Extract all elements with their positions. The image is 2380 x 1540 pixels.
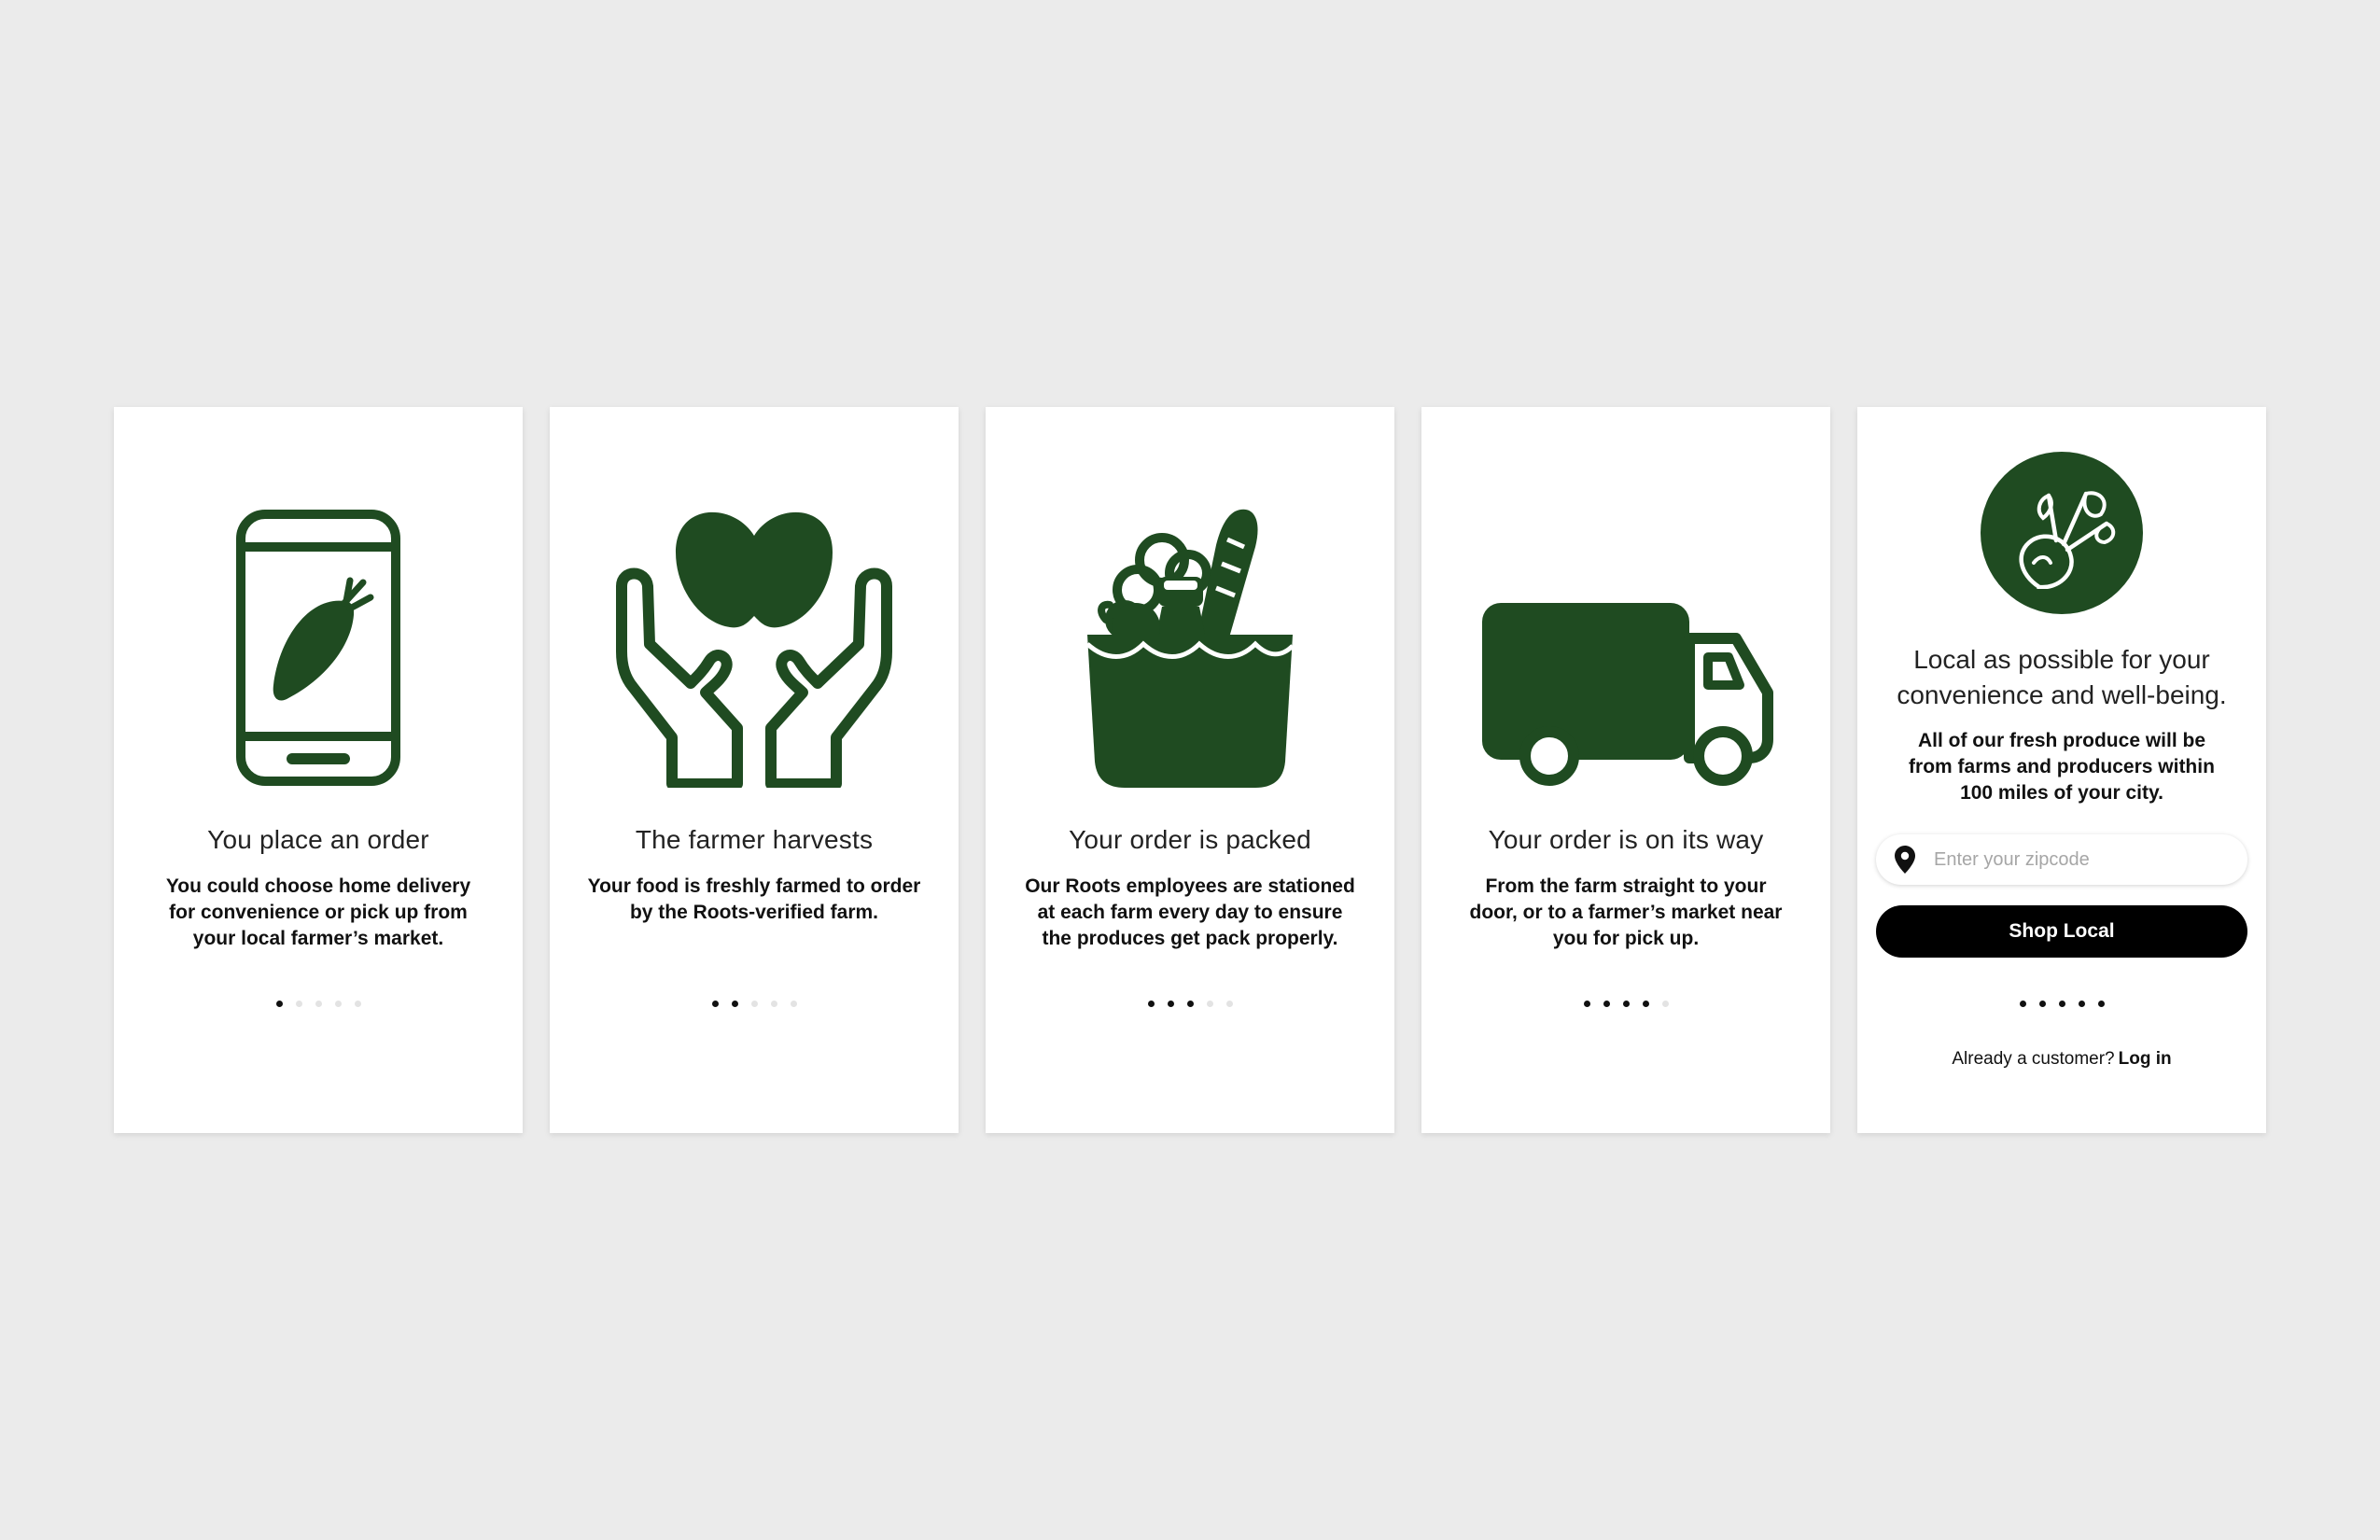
- login-prompt-text: Already a customer?: [1952, 1049, 2115, 1069]
- onboarding-card-1: You place an order You could choose home…: [114, 407, 523, 1133]
- hands-holding-fruit-icon: [616, 511, 892, 788]
- page-dot[interactable]: [1622, 1001, 1630, 1007]
- final-subtext: All of our fresh produce will be from fa…: [1909, 730, 2215, 804]
- beet-icon: [2019, 491, 2116, 589]
- illustration: [550, 504, 959, 788]
- illustration: [114, 508, 523, 788]
- page-dot[interactable]: [1186, 1001, 1194, 1007]
- page-dot[interactable]: [334, 1001, 342, 1007]
- login-prompt: Already a customer? Log in: [1857, 1049, 2266, 1070]
- page-dot[interactable]: [1603, 1001, 1610, 1007]
- slide-title: You place an order: [207, 825, 429, 854]
- page-dot[interactable]: [770, 1001, 777, 1007]
- pagination-dots: [986, 1001, 1394, 1007]
- login-link[interactable]: Log in: [2119, 1049, 2172, 1069]
- page-dot[interactable]: [295, 1001, 302, 1007]
- phone-with-carrot-icon: [236, 510, 400, 786]
- onboarding-card-4: Your order is on its way From the farm s…: [1421, 407, 1830, 1133]
- slide-description: You could choose home delivery for conve…: [165, 875, 471, 949]
- page-dot[interactable]: [2038, 1001, 2046, 1007]
- zipcode-input[interactable]: [1932, 847, 2216, 872]
- illustration: [986, 504, 1394, 788]
- slide-title: Your order is packed: [1069, 825, 1311, 854]
- page-dot[interactable]: [711, 1001, 719, 1007]
- page-dot[interactable]: [2097, 1001, 2105, 1007]
- delivery-truck-icon: [1482, 603, 1773, 786]
- page-dot[interactable]: [1225, 1001, 1233, 1007]
- page-dot[interactable]: [1661, 1001, 1669, 1007]
- pagination-dots: [1857, 1001, 2266, 1007]
- onboarding-card-2: The farmer harvests Your food is freshly…: [550, 407, 959, 1133]
- page-dot[interactable]: [750, 1001, 758, 1007]
- page-dot[interactable]: [1147, 1001, 1155, 1007]
- pagination-dots: [1421, 1001, 1830, 1007]
- pagination-dots: [114, 1001, 523, 1007]
- final-headline: Local as possible for your convenience a…: [1897, 645, 2227, 709]
- location-pin-icon: [1895, 846, 1915, 874]
- page-dot[interactable]: [1583, 1001, 1590, 1007]
- page-dot[interactable]: [2078, 1001, 2085, 1007]
- page-dot[interactable]: [2058, 1001, 2065, 1007]
- page-dot[interactable]: [790, 1001, 797, 1007]
- page-dot[interactable]: [1642, 1001, 1649, 1007]
- onboarding-card-5: Local as possible for your convenience a…: [1857, 407, 2266, 1133]
- page-dot[interactable]: [315, 1001, 322, 1007]
- slide-description: From the farm straight to your door, or …: [1469, 875, 1783, 949]
- shop-local-button[interactable]: Shop Local: [1876, 905, 2247, 958]
- slide-title: Your order is on its way: [1488, 825, 1764, 854]
- page-dot[interactable]: [1206, 1001, 1213, 1007]
- page-dot[interactable]: [275, 1001, 283, 1007]
- slide-description: Your food is freshly farmed to order by …: [587, 875, 921, 923]
- grocery-bag-icon: [1085, 509, 1295, 788]
- page-dot[interactable]: [731, 1001, 738, 1007]
- brand-badge: [1981, 452, 2143, 614]
- slide-description: Our Roots employees are stationed at eac…: [1025, 875, 1355, 949]
- illustration: [1421, 599, 1830, 786]
- page-dot[interactable]: [2019, 1001, 2026, 1007]
- zipcode-field[interactable]: [1876, 834, 2247, 885]
- pagination-dots: [550, 1001, 959, 1007]
- onboarding-card-3: Your order is packed Our Roots employees…: [986, 407, 1394, 1133]
- page-dot[interactable]: [1167, 1001, 1174, 1007]
- page-dot[interactable]: [354, 1001, 361, 1007]
- slide-title: The farmer harvests: [635, 825, 874, 854]
